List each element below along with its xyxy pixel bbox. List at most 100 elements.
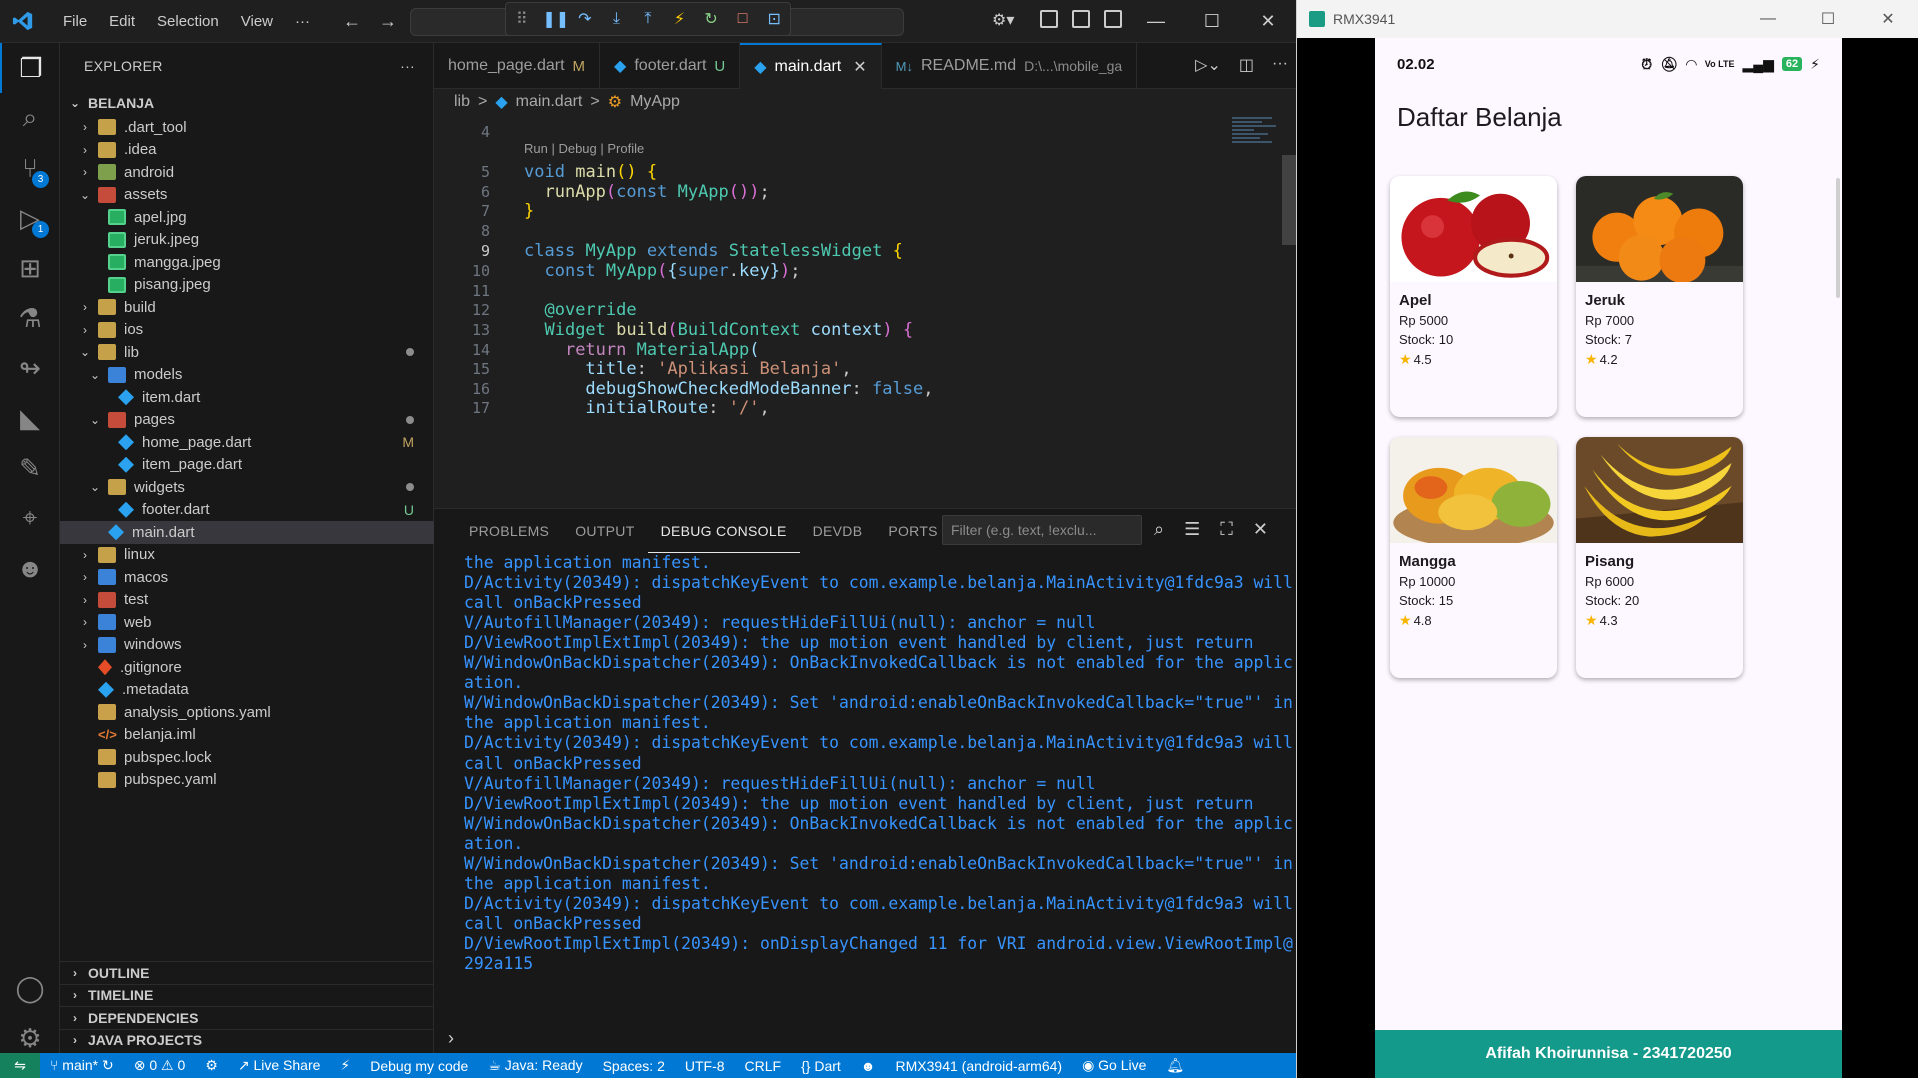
copilot-icon[interactable]: ☻: [0, 543, 60, 593]
pause-icon[interactable]: ❚❚: [542, 9, 569, 29]
tab-home_page-dart[interactable]: home_page.dart M: [434, 43, 601, 89]
workspace-root[interactable]: ⌄ BELANJA: [60, 89, 434, 116]
java-status[interactable]: ☕ Java: Ready: [478, 1057, 592, 1074]
tab-footer-dart[interactable]: ◆ footer.dart U: [600, 43, 741, 89]
panel-tab-4[interactable]: PORTS: [875, 509, 950, 553]
tree-item[interactable]: › test: [60, 589, 434, 612]
tree-item[interactable]: ⌄ lib: [60, 341, 434, 364]
menu-item-0[interactable]: File: [52, 13, 98, 30]
toggle-sidebar-icon[interactable]: [1040, 10, 1058, 28]
section-outline[interactable]: › OUTLINE: [60, 961, 434, 984]
tree-item[interactable]: › macos: [60, 566, 434, 589]
maximize-panel-icon[interactable]: ⛶: [1220, 519, 1233, 540]
scan-icon[interactable]: ⌖: [0, 493, 60, 543]
tree-item[interactable]: jeruk.jpeg: [60, 229, 434, 252]
more-actions-icon[interactable]: ···: [400, 58, 415, 74]
panel-tab-3[interactable]: DEVDB: [800, 509, 876, 553]
tree-item[interactable]: analysis_options.yaml: [60, 701, 434, 724]
tab-README-md[interactable]: M↓ README.md D:\...\mobile_ga: [882, 43, 1138, 89]
step-out-icon[interactable]: ⤒: [637, 10, 659, 28]
menu-item-3[interactable]: View: [230, 13, 284, 30]
tree-item[interactable]: footer.dart U: [60, 499, 434, 522]
tree-item[interactable]: </> belanja.iml: [60, 724, 434, 747]
live-share[interactable]: ↗ Live Share: [228, 1057, 331, 1074]
maximize-icon[interactable]: ☐: [1798, 9, 1858, 29]
menu-item-4[interactable]: ···: [284, 13, 321, 30]
tree-item[interactable]: item.dart: [60, 386, 434, 409]
tree-item[interactable]: pubspec.yaml: [60, 769, 434, 792]
section-dependencies[interactable]: › DEPENDENCIES: [60, 1006, 434, 1029]
tree-item[interactable]: › .idea: [60, 139, 434, 162]
edit-icon[interactable]: ✎: [0, 443, 60, 493]
tree-item[interactable]: › build: [60, 296, 434, 319]
customize-layout-icon[interactable]: ⚙▾: [992, 10, 1026, 29]
step-into-icon[interactable]: ⤓: [605, 10, 627, 28]
menu-item-2[interactable]: Selection: [146, 13, 230, 30]
product-card[interactable]: Mangga Rp 10000 Stock: 15 ★ 4.8: [1390, 437, 1557, 678]
language-mode[interactable]: {} Dart: [791, 1058, 851, 1074]
tree-item[interactable]: › windows: [60, 634, 434, 657]
source-control-icon[interactable]: ⑂ 3: [0, 143, 60, 193]
tree-item[interactable]: › .dart_tool: [60, 116, 434, 139]
toggle-panel-icon[interactable]: [1072, 10, 1090, 28]
problems-count[interactable]: ⊗ 0 ⚠ 0: [124, 1057, 196, 1074]
stop-icon[interactable]: □: [732, 10, 754, 28]
product-card[interactable]: Apel Rp 5000 Stock: 10 ★ 4.5: [1390, 176, 1557, 417]
devtools-icon[interactable]: ⊡: [763, 9, 785, 29]
product-card[interactable]: Pisang Rp 6000 Stock: 20 ★ 4.3: [1576, 437, 1743, 678]
tree-item[interactable]: pisang.jpeg: [60, 274, 434, 297]
panel-tab-1[interactable]: OUTPUT: [562, 509, 647, 553]
breadcrumb-symbol[interactable]: MyApp: [630, 93, 680, 111]
more-editor-actions-icon[interactable]: ···: [1272, 55, 1288, 75]
copilot-status-icon[interactable]: ☻: [851, 1058, 886, 1074]
tree-item[interactable]: mangga.jpeg: [60, 251, 434, 274]
breadcrumb-lib[interactable]: lib: [454, 93, 470, 111]
extensions-icon[interactable]: ⊞: [0, 243, 60, 293]
editor-scrollbar[interactable]: [1282, 115, 1296, 508]
menu-item-1[interactable]: Edit: [98, 13, 146, 30]
testing-icon[interactable]: ⚗: [0, 293, 60, 343]
phone-scrollbar[interactable]: [1836, 178, 1840, 298]
minimize-icon[interactable]: —: [1738, 10, 1798, 28]
encoding[interactable]: UTF-8: [675, 1058, 735, 1074]
clear-console-icon[interactable]: ☰: [1184, 519, 1200, 540]
notifications-bell-icon[interactable]: 🔔︎: [1156, 1057, 1194, 1074]
console-filter-input[interactable]: Filter (e.g. text, !exclu...: [942, 515, 1142, 545]
account-icon[interactable]: ◯: [0, 963, 60, 1013]
section-java-projects[interactable]: › JAVA PROJECTS: [60, 1028, 434, 1052]
debug-mode[interactable]: Debug my code: [360, 1058, 478, 1074]
tree-item[interactable]: .metadata: [60, 679, 434, 702]
remote-indicator-icon[interactable]: ⇋: [0, 1053, 40, 1078]
tree-item[interactable]: .gitignore: [60, 656, 434, 679]
tree-item[interactable]: main.dart: [60, 521, 434, 544]
step-over-icon[interactable]: ↷: [574, 9, 596, 29]
run-dropdown-icon[interactable]: ▷⌄: [1195, 55, 1221, 75]
minimap[interactable]: [1232, 115, 1282, 155]
breadcrumb-file[interactable]: main.dart: [516, 93, 583, 111]
tree-item[interactable]: › android: [60, 161, 434, 184]
tree-item[interactable]: item_page.dart: [60, 454, 434, 477]
debug-status-icon[interactable]: ⚙: [195, 1057, 228, 1074]
toggle-secondary-sidebar-icon[interactable]: [1104, 10, 1122, 28]
remote-icon[interactable]: ↬: [0, 343, 60, 393]
product-card[interactable]: Jeruk Rp 7000 Stock: 7 ★ 4.2: [1576, 176, 1743, 417]
tree-item[interactable]: ⌄ models: [60, 364, 434, 387]
tree-item[interactable]: pubspec.lock: [60, 746, 434, 769]
flutter-status-icon[interactable]: ⚡: [330, 1057, 360, 1074]
console-prompt-icon[interactable]: ›: [448, 1028, 454, 1049]
tree-item[interactable]: › linux: [60, 544, 434, 567]
search-icon[interactable]: ⌕: [1154, 519, 1164, 540]
section-timeline[interactable]: › TIMELINE: [60, 983, 434, 1007]
forward-arrow-icon[interactable]: →: [379, 11, 397, 32]
tab-main-dart[interactable]: ◆ main.dart ✕: [740, 43, 882, 89]
go-live[interactable]: ◉ Go Live: [1072, 1057, 1156, 1074]
panel-tab-0[interactable]: PROBLEMS: [456, 509, 562, 553]
tree-item[interactable]: › web: [60, 611, 434, 634]
git-branch[interactable]: ⑂ main* ↻: [40, 1057, 124, 1074]
search-icon[interactable]: ⌕: [0, 93, 60, 143]
run-debug-icon[interactable]: ▷ 1: [0, 193, 60, 243]
restart-icon[interactable]: ↻: [700, 9, 722, 29]
tree-item[interactable]: apel.jpg: [60, 206, 434, 229]
flutter-icon[interactable]: ◣: [0, 393, 60, 443]
tree-item[interactable]: ⌄ pages: [60, 409, 434, 432]
